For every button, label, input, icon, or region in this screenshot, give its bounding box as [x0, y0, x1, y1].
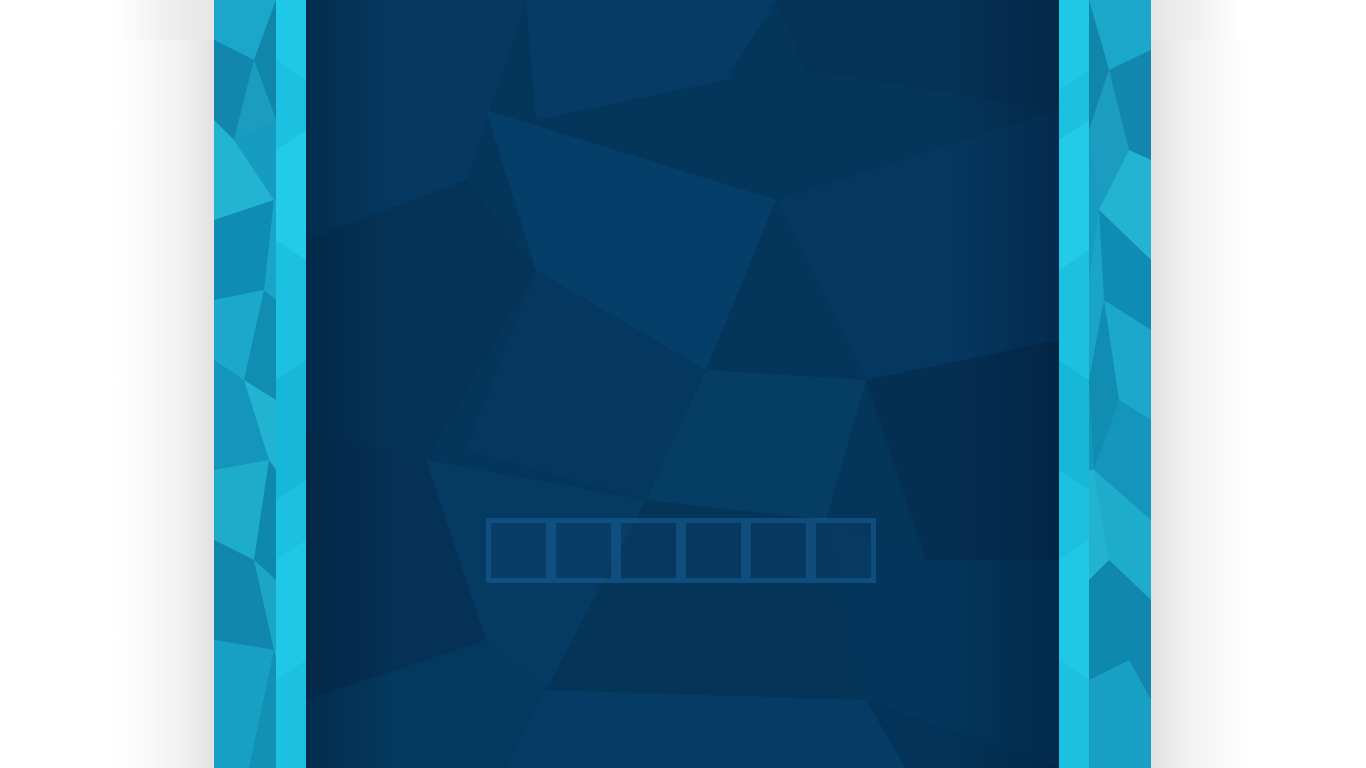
loading-square-4: [681, 518, 746, 583]
left-panel-pattern: [214, 0, 306, 768]
loading-square-3: [616, 518, 681, 583]
loading-square-5: [746, 518, 811, 583]
page: [0, 0, 1366, 768]
top-right-shade: [1151, 0, 1241, 40]
loading-square-6: [811, 518, 876, 583]
loading-indicator: [486, 518, 876, 583]
right-panel-pattern: [1059, 0, 1151, 768]
stage-background-pattern: [306, 0, 1059, 768]
left-margin-shade: [116, 40, 214, 768]
loading-square-2: [551, 518, 616, 583]
app-frame: [214, 0, 1151, 768]
right-margin-shade: [1151, 40, 1251, 768]
loading-square-1: [486, 518, 551, 583]
right-decorative-panel: [1059, 0, 1151, 768]
main-stage: [306, 0, 1059, 768]
left-decorative-panel: [214, 0, 306, 768]
top-left-shade: [116, 0, 214, 40]
